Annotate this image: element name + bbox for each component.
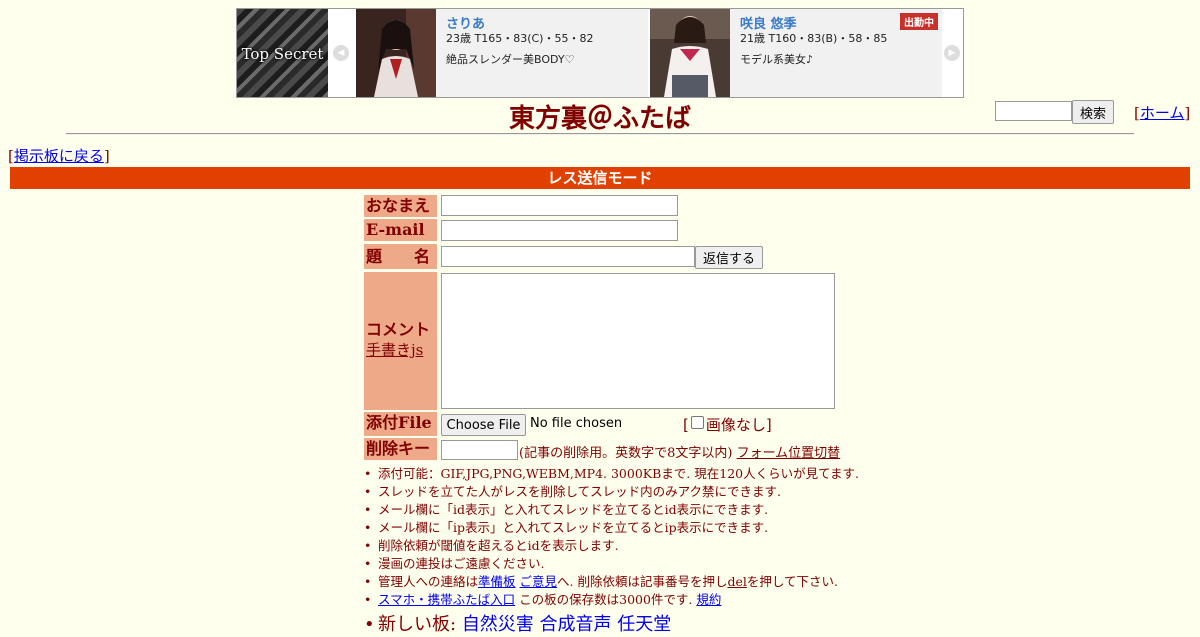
rules-link[interactable]: 規約	[696, 592, 721, 607]
comment-textarea[interactable]	[441, 273, 835, 409]
file-label: 添付File	[364, 412, 437, 436]
no-image-option: [画像なし]	[683, 416, 772, 434]
feedback-link[interactable]: ご意見	[520, 574, 558, 589]
top-secret-logo[interactable]: Top Secret	[237, 9, 328, 97]
banner-card-2[interactable]: 咲良 悠季 21歳 T160・83(B)・58・85 モデル系美女♪ 出勤中	[650, 9, 942, 97]
profile-photo-2	[650, 9, 730, 97]
card-stats: 21歳 T160・83(B)・58・85	[740, 32, 888, 45]
chevron-right-icon: ▶	[944, 45, 960, 61]
new-boards-label: 新しい板:	[378, 614, 457, 635]
board-link-synth-voice[interactable]: 合成音声	[540, 614, 612, 635]
no-image-label: 画像なし	[705, 416, 766, 434]
list-item: 管理人への連絡は準備板 ご意見へ. 削除依頼は記事番号を押しdelを押して下さい…	[364, 573, 859, 591]
form-position-toggle-link[interactable]: フォーム位置切替	[737, 446, 841, 461]
ad-banner[interactable]: Top Secret ◀ さりあ 23歳 T165・83(C)・55・82 絶品…	[236, 8, 964, 98]
search-input[interactable]	[995, 101, 1072, 121]
bracket-close: ]	[103, 147, 110, 165]
junbi-board-link[interactable]: 準備板	[478, 574, 516, 589]
banner-card-1[interactable]: さりあ 23歳 T165・83(C)・55・82 絶品スレンダー美BODY♡	[356, 9, 648, 97]
reply-mode-bar: レス送信モード	[10, 167, 1190, 189]
list-item: メール欄に「ip表示」と入れてスレッドを立てるとip表示にできます.	[364, 519, 859, 537]
delete-key-note-row: (記事の削除用。英数字で8文字以内) フォーム位置切替	[519, 442, 840, 461]
header-divider	[66, 133, 1134, 135]
del-link[interactable]: del	[727, 574, 746, 589]
home-link[interactable]: ホーム	[1140, 104, 1185, 122]
list-item: スレッドを立てた人がレスを削除してスレッド内のみアク禁にできます.	[364, 483, 859, 501]
card-desc: モデル系美女♪	[740, 53, 814, 66]
bracket-close: ]	[1184, 104, 1191, 122]
chevron-left-icon: ◀	[333, 45, 349, 61]
notes-list: 添付可能：GIF,JPG,PNG,WEBM,MP4. 3000KBまで. 現在1…	[364, 465, 859, 637]
delete-key-label: 削除キー	[364, 438, 437, 460]
name-input[interactable]	[441, 195, 678, 216]
list-item: 削除依頼が閾値を超えるとidを表示します.	[364, 537, 859, 555]
back-nav: [掲示板に戻る]	[8, 145, 110, 166]
search-button[interactable]: 検索	[1072, 100, 1114, 124]
list-item: メール欄に「id表示」と入れてスレッドを立てるとid表示にできます.	[364, 501, 859, 519]
list-item: 新しい板: 自然災害 合成音声 任天堂	[364, 613, 859, 637]
list-item: スマホ・携帯ふたば入口 この板の保存数は3000件です. 規約	[364, 591, 859, 609]
card-desc: 絶品スレンダー美BODY♡	[446, 53, 575, 66]
banner-prev-arrow[interactable]: ◀	[329, 9, 353, 97]
list-item: 漫画の連投はご遠慮ください.	[364, 555, 859, 573]
subject-input[interactable]	[441, 246, 695, 267]
home-nav: [ホーム]	[1134, 102, 1190, 123]
tegaki-js-link[interactable]: 手書きjs	[366, 341, 423, 359]
name-label: おなまえ	[364, 195, 437, 217]
top-secret-logo-text: Top Secret	[241, 45, 324, 63]
subject-label: 題 名	[364, 244, 437, 269]
working-badge: 出勤中	[900, 13, 938, 30]
delete-key-input[interactable]	[441, 440, 518, 460]
card-stats: 23歳 T165・83(C)・55・82	[446, 32, 594, 45]
mobile-entrance-link[interactable]: スマホ・携帯ふたば入口	[378, 592, 515, 607]
no-image-checkbox[interactable]	[690, 416, 704, 429]
choose-file-button[interactable]: Choose File	[441, 414, 526, 436]
banner-next-arrow[interactable]: ▶	[940, 9, 964, 97]
board-link-nintendo[interactable]: 任天堂	[617, 614, 671, 635]
list-item: 添付可能：GIF,JPG,PNG,WEBM,MP4. 3000KBまで. 現在1…	[364, 465, 859, 483]
comment-label: コメント	[366, 320, 431, 339]
comment-label-cell: コメント 手書きjs	[364, 272, 437, 410]
delete-key-note: (記事の削除用。英数字で8文字以内)	[519, 446, 733, 461]
back-to-board-link[interactable]: 掲示板に戻る	[14, 147, 104, 165]
email-label: E-mail	[364, 219, 437, 241]
profile-photo-1	[356, 9, 436, 97]
reply-submit-button[interactable]: 返信する	[695, 246, 763, 269]
board-link-disaster[interactable]: 自然災害	[462, 614, 534, 635]
no-file-text: No file chosen	[530, 416, 623, 431]
email-input[interactable]	[441, 220, 678, 241]
